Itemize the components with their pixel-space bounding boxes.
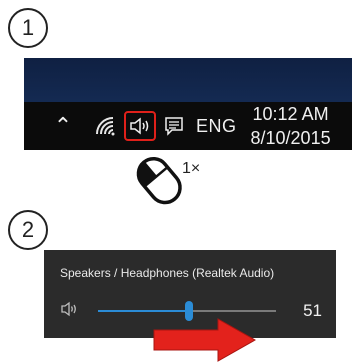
system-tray: ⌃ ENG 10:12 AM 8/10/2015	[24, 102, 352, 150]
speaker-icon[interactable]	[60, 301, 80, 322]
volume-level: 51	[303, 301, 322, 320]
slider-fill	[98, 310, 189, 312]
clock-time: 10:12 AM	[252, 104, 329, 124]
audio-device-name[interactable]: Speakers / Headphones (Realtek Audio)	[60, 266, 274, 280]
wifi-icon[interactable]	[94, 115, 116, 137]
chevron-up-icon[interactable]: ⌃	[52, 113, 74, 139]
taskbar-clock[interactable]: 10:12 AM 8/10/2015	[251, 102, 331, 150]
taskbar: ⌃ ENG 10:12 AM 8/10/2015	[24, 58, 352, 150]
mouse-left-click-icon	[136, 156, 182, 205]
speaker-volume-icon[interactable]	[124, 111, 156, 141]
click-count-label: 1×	[182, 160, 201, 177]
step-2-number: 2	[8, 210, 48, 250]
step-1-number: 1	[8, 8, 48, 48]
red-arrow-right-icon	[153, 318, 257, 362]
language-indicator[interactable]: ENG	[196, 116, 237, 137]
action-center-icon[interactable]	[162, 115, 186, 137]
clock-date: 8/10/2015	[250, 128, 331, 148]
